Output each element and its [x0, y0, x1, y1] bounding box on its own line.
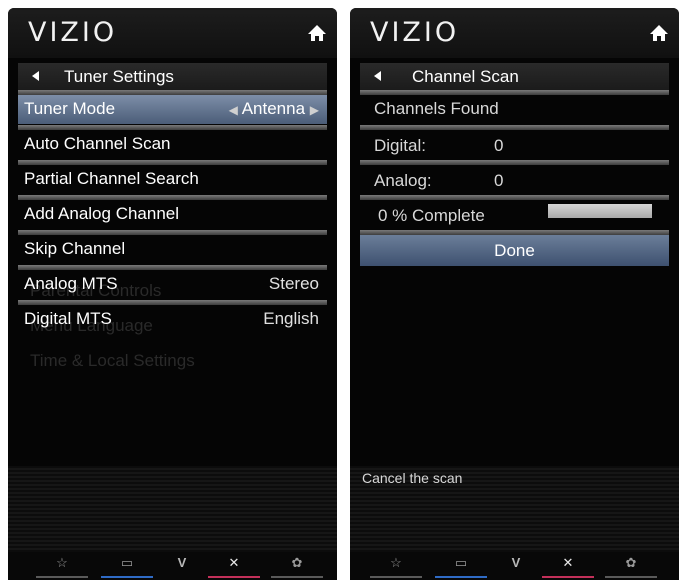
progress-label: 0 % Complete [378, 206, 485, 225]
chevron-left-icon[interactable]: ◀ [229, 103, 238, 117]
analog-mts-value: Stereo [268, 274, 319, 293]
channels-found-label: Channels Found [374, 99, 499, 118]
title-bar: Channel Scan [360, 63, 669, 90]
channels-found-row: Channels Found [360, 95, 669, 124]
analog-count-row: Analog: 0 [360, 167, 669, 196]
progress-bar [548, 204, 652, 218]
underline [208, 576, 260, 578]
menu-item-partial-channel-search[interactable]: Partial Channel Search [18, 165, 327, 194]
help-area: Cancel the scan [350, 466, 679, 558]
star-icon: ☆ [390, 555, 402, 570]
page-title: Tuner Settings [64, 67, 174, 86]
screen-icon: ▭ [120, 555, 134, 570]
menu-item-add-analog-channel[interactable]: Add Analog Channel [18, 200, 327, 229]
channel-scan-panel: VIZIO Channel Scan Channels Found Digita… [350, 8, 679, 580]
scan-progress-row: 0 % Complete [360, 202, 669, 231]
underline [435, 576, 487, 578]
vizio-v-icon: V [177, 555, 187, 570]
header: VIZIO [8, 8, 337, 58]
done-label: Done [494, 241, 535, 260]
underline [36, 576, 88, 578]
done-button[interactable]: Done [360, 235, 669, 266]
divider [360, 160, 669, 165]
menu-item-auto-channel-scan[interactable]: Auto Channel Scan [18, 130, 327, 159]
menu-item-label: Digital MTS [24, 309, 112, 328]
footer-button-vizio[interactable]: V [490, 556, 542, 578]
gear-icon: ✿ [291, 555, 303, 570]
menu-item-label: Analog MTS [24, 274, 118, 293]
menu-item-skip-channel[interactable]: Skip Channel [18, 235, 327, 264]
remote-button-bar: ☆ ▭ V ✕ ✿ [8, 552, 337, 580]
digital-count-row: Digital: 0 [360, 132, 669, 161]
help-area [8, 466, 337, 558]
underline [370, 576, 422, 578]
footer-button-close[interactable]: ✕ [542, 556, 594, 578]
divider [360, 195, 669, 200]
option-selector[interactable]: ◀ Antenna ▶ [229, 99, 319, 119]
back-arrow-icon[interactable] [374, 71, 381, 81]
footer-button-star[interactable]: ☆ [370, 556, 422, 578]
tuner-settings-panel: VIZIO Tuner Settings Parental Controls M… [8, 8, 337, 580]
analog-count: 0 [494, 171, 504, 190]
tuner-mode-value: Antenna [241, 99, 306, 118]
menu-item-tuner-mode[interactable]: Tuner Mode ◀ Antenna ▶ [18, 95, 327, 124]
close-icon: ✕ [562, 555, 574, 570]
footer-button-settings[interactable]: ✿ [605, 556, 657, 578]
chevron-right-icon[interactable]: ▶ [310, 103, 319, 117]
footer-button-vizio[interactable]: V [156, 556, 208, 578]
menu-item-label: Skip Channel [24, 239, 126, 258]
divider [360, 125, 669, 130]
page-title: Channel Scan [412, 67, 519, 86]
footer-button-screen[interactable]: ▭ [435, 556, 487, 578]
help-text: Cancel the scan [362, 470, 463, 486]
home-icon[interactable] [307, 24, 327, 42]
menu-item-label: Partial Channel Search [24, 169, 199, 188]
analog-label: Analog: [374, 171, 432, 190]
remote-button-bar: ☆ ▭ V ✕ ✿ [350, 552, 679, 580]
menu-item-label: Auto Channel Scan [24, 134, 171, 153]
digital-mts-value: English [263, 309, 319, 328]
header: VIZIO [350, 8, 679, 58]
close-icon: ✕ [228, 555, 240, 570]
underline [271, 576, 323, 578]
menu-item-label: Add Analog Channel [24, 204, 180, 223]
underline [542, 576, 594, 578]
brand-logo: VIZIO [370, 17, 460, 48]
underline [605, 576, 657, 578]
menu-item-label: Tuner Mode [24, 99, 116, 118]
gear-icon: ✿ [625, 555, 637, 570]
underline [101, 576, 153, 578]
home-icon[interactable] [649, 24, 669, 42]
ghost-text: Time & Local Settings [30, 351, 195, 370]
digital-label: Digital: [374, 136, 426, 155]
menu-item-analog-mts[interactable]: Analog MTS Stereo [18, 270, 327, 299]
digital-count: 0 [494, 136, 504, 155]
title-bar: Tuner Settings [18, 63, 327, 90]
vizio-v-icon: V [511, 555, 521, 570]
menu-item-digital-mts[interactable]: Digital MTS English [18, 305, 327, 334]
footer-button-settings[interactable]: ✿ [271, 556, 323, 578]
footer-button-star[interactable]: ☆ [36, 556, 88, 578]
screen-icon: ▭ [454, 555, 468, 570]
footer-button-close[interactable]: ✕ [208, 556, 260, 578]
star-icon: ☆ [56, 555, 68, 570]
footer-button-screen[interactable]: ▭ [101, 556, 153, 578]
brand-logo: VIZIO [28, 17, 118, 48]
back-arrow-icon[interactable] [32, 71, 39, 81]
